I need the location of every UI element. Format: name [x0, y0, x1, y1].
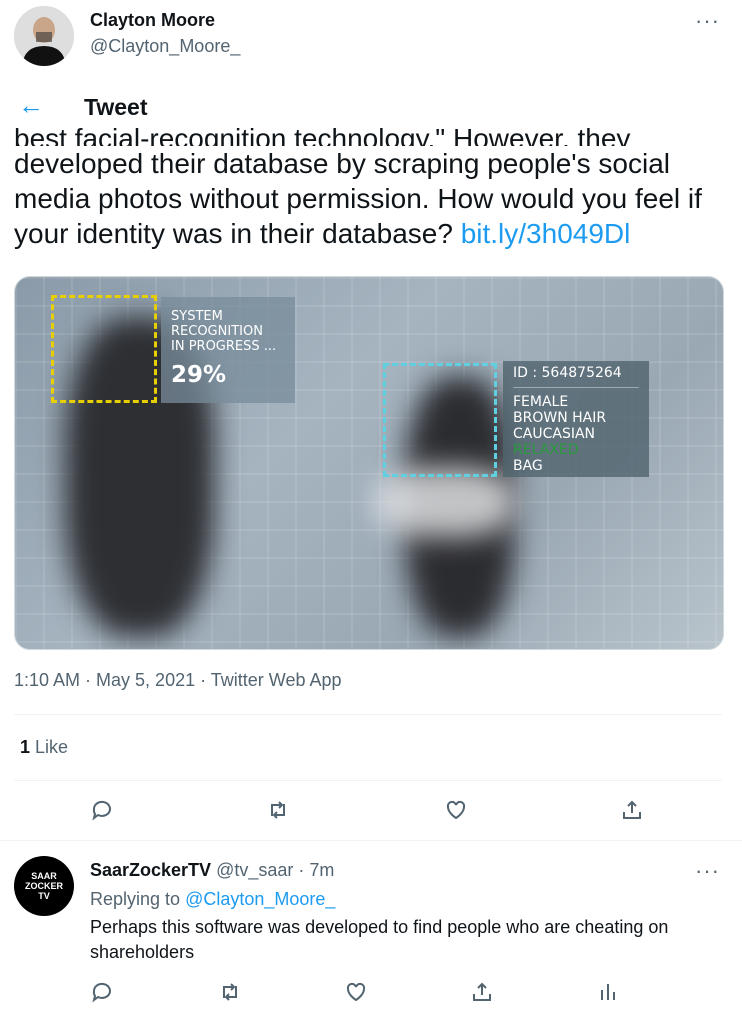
- reply-header: SaarZockerTV @tv_saar · 7m: [90, 860, 334, 881]
- likes-label: Like: [35, 737, 69, 757]
- reply-icon[interactable]: [88, 796, 116, 824]
- id-panel: ID : 564875264 FEMALE BROWN HAIR CAUCASI…: [503, 361, 649, 477]
- author-avatar[interactable]: [14, 6, 74, 66]
- reply-handle-time[interactable]: @tv_saar · 7m: [216, 860, 334, 880]
- tweet-timestamp[interactable]: 1:10 AM · May 5, 2021 · Twitter Web App: [14, 670, 342, 691]
- more-options-icon[interactable]: ···: [695, 8, 720, 34]
- share-icon[interactable]: [618, 796, 646, 824]
- face-bracket-cyan: [383, 363, 497, 477]
- divider: [14, 780, 722, 781]
- blurred-figure-arm: [375, 467, 515, 537]
- panel-line2: RECOGNITION: [171, 324, 263, 339]
- like-icon[interactable]: [442, 796, 470, 824]
- id-line-bag: BAG: [513, 458, 543, 474]
- reply-author-name[interactable]: SaarZockerTV: [90, 860, 211, 880]
- divider: [0, 840, 742, 841]
- tweet-text: best facial-recognition technology." How…: [14, 124, 726, 251]
- replying-to-prefix: Replying to: [90, 889, 186, 909]
- tweet-link[interactable]: bit.ly/3h049Dl: [461, 218, 631, 249]
- id-line-ethnicity: CAUCASIAN: [513, 426, 596, 442]
- reply-share-icon[interactable]: [468, 978, 496, 1006]
- replying-to-handle[interactable]: @Clayton_Moore_: [185, 889, 335, 909]
- author-handle[interactable]: @Clayton_Moore_: [90, 36, 240, 57]
- reply-avatar[interactable]: SAAR ZOCKER TV: [14, 856, 74, 916]
- page-title: Tweet: [84, 94, 148, 120]
- reply-retweet-icon[interactable]: [216, 978, 244, 1006]
- reply-analytics-icon[interactable]: [594, 978, 622, 1006]
- arrow-left-icon[interactable]: ←: [18, 92, 44, 118]
- tweet-text-partial-line: best facial-recognition technology." How…: [14, 124, 631, 146]
- replying-to: Replying to @Clayton_Moore_: [90, 889, 335, 910]
- reply-reply-icon[interactable]: [88, 978, 116, 1006]
- panel-line3: IN PROGRESS ...: [171, 339, 277, 354]
- panel-line1: SYSTEM: [171, 309, 223, 324]
- divider: [14, 714, 722, 715]
- id-line-hair: BROWN HAIR: [513, 410, 607, 426]
- recognition-panel: SYSTEM RECOGNITION IN PROGRESS ... 29%: [161, 297, 295, 403]
- panel-percent: 29%: [171, 362, 227, 388]
- author-name[interactable]: Clayton Moore: [90, 10, 215, 31]
- likes-number: 1: [20, 737, 31, 757]
- avatar-photo: [14, 6, 74, 66]
- likes-count[interactable]: 1 Like: [20, 737, 68, 758]
- reply-like-icon[interactable]: [342, 978, 370, 1006]
- id-row: ID : 564875264: [513, 365, 639, 388]
- face-bracket-yellow: [51, 295, 157, 403]
- id-line-mood: RELAXED: [513, 442, 579, 458]
- reply-avatar-text: SAAR ZOCKER TV: [25, 871, 63, 901]
- retweet-icon[interactable]: [264, 796, 292, 824]
- id-line-female: FEMALE: [513, 394, 569, 410]
- reply-text: Perhaps this software was developed to f…: [90, 917, 669, 962]
- reply-more-options-icon[interactable]: ···: [695, 858, 720, 884]
- tweet-media-image[interactable]: SYSTEM RECOGNITION IN PROGRESS ... 29% I…: [14, 276, 724, 650]
